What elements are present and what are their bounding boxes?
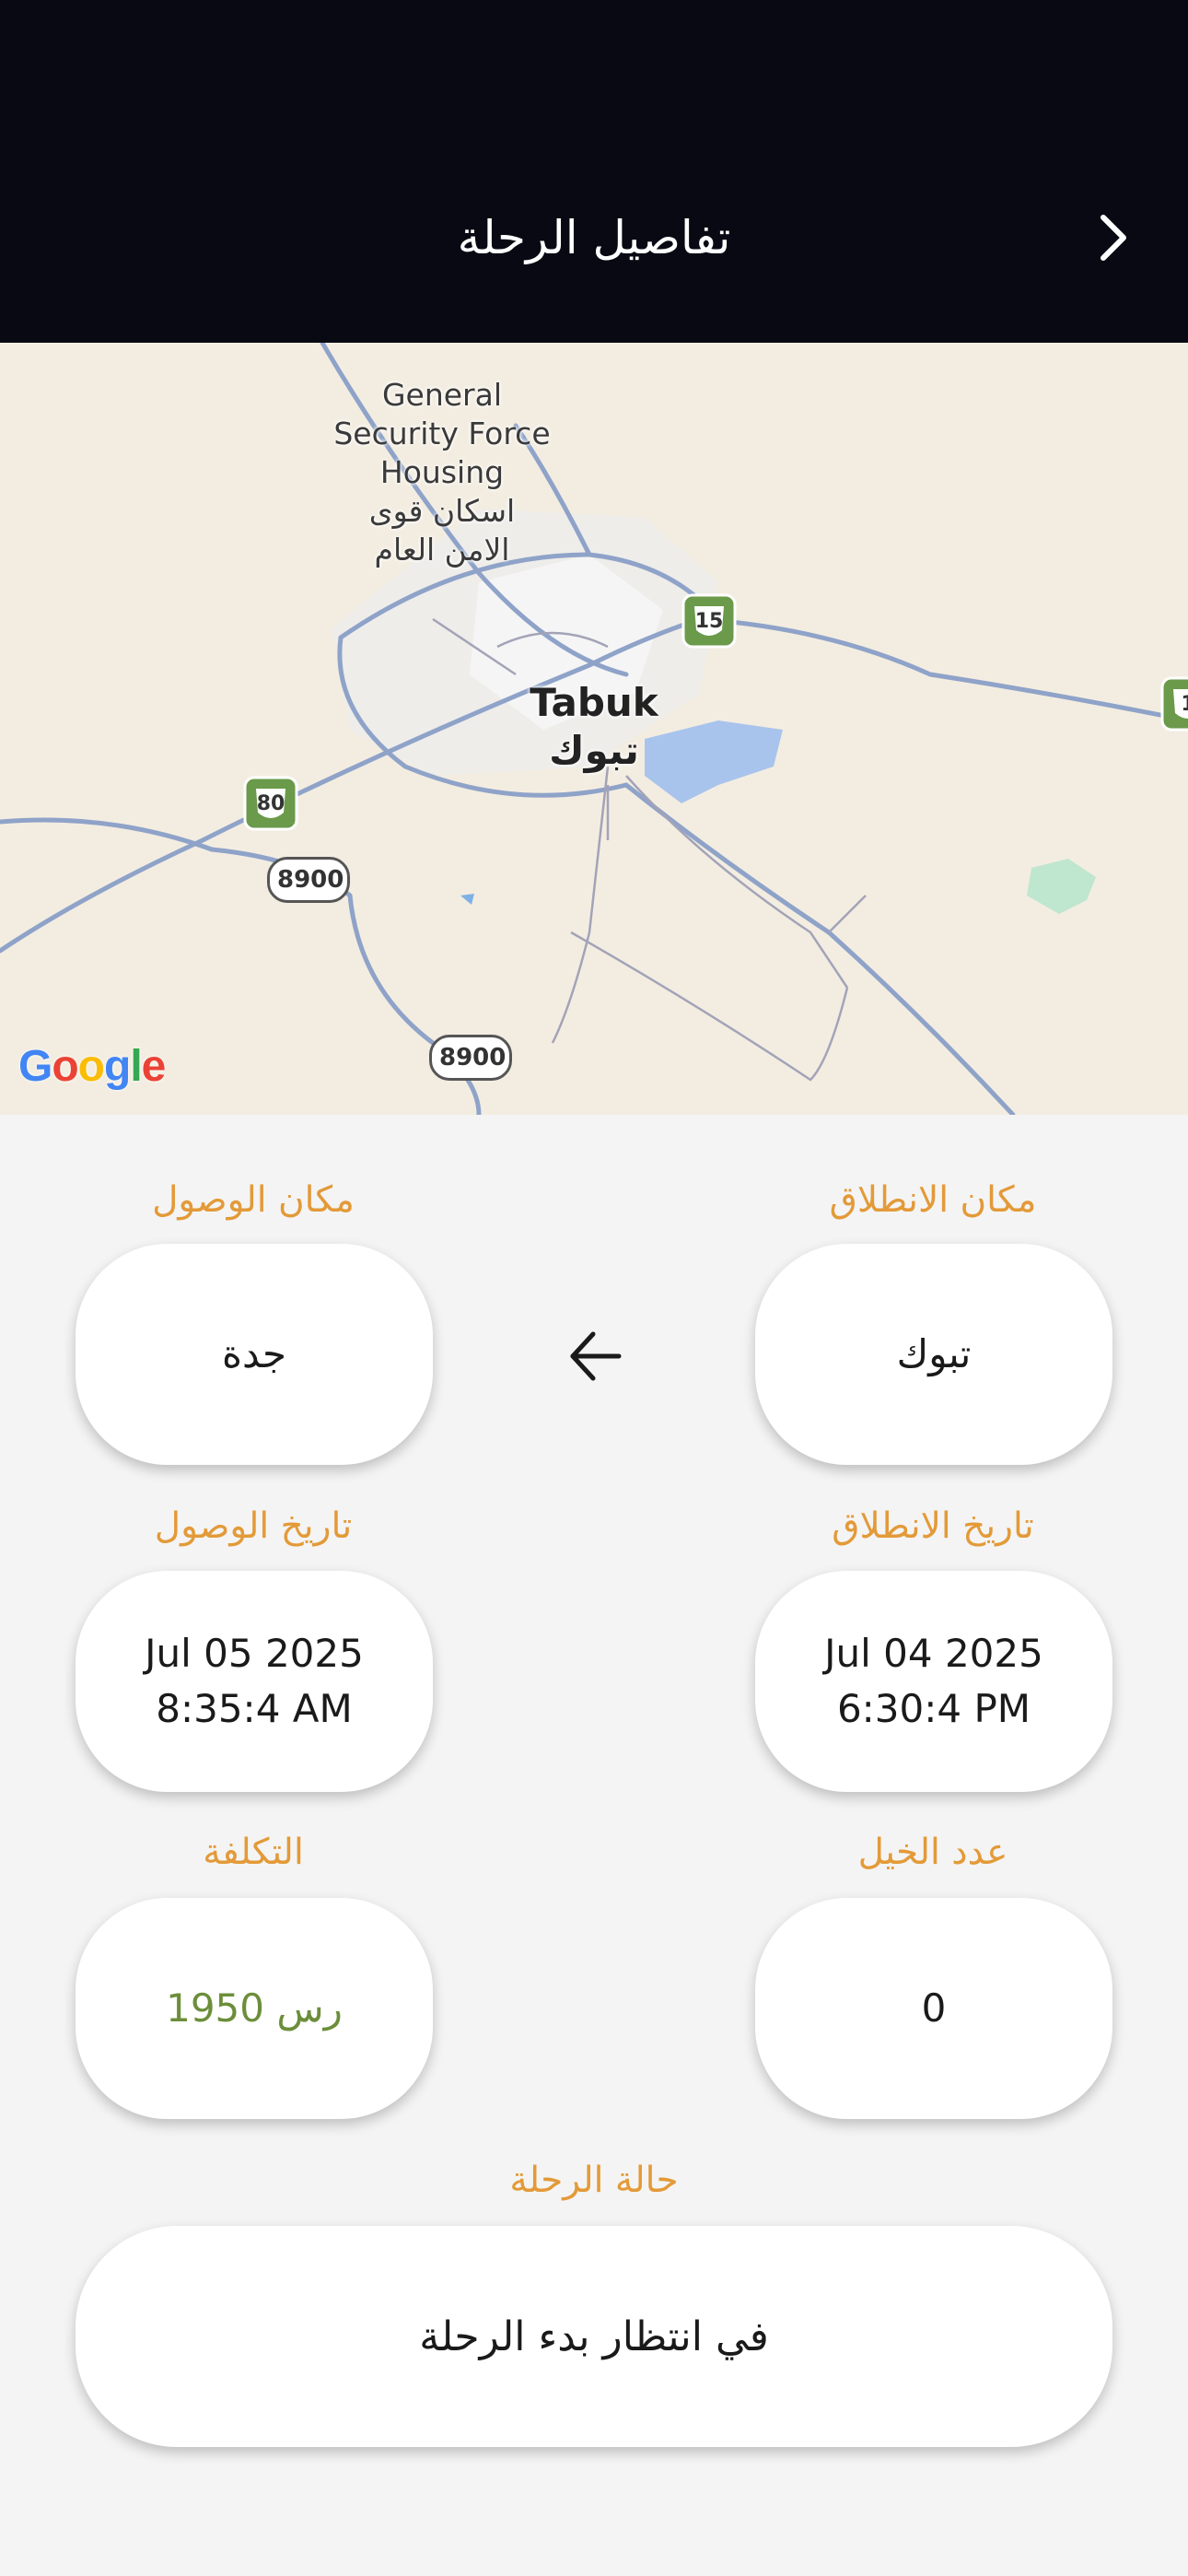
departure-place-card: تبوك: [755, 1244, 1112, 1465]
arrival-date-label: تاريخ الوصول: [154, 1505, 353, 1547]
trip-status-card: في انتظار بدء الرحلة: [76, 2226, 1112, 2447]
departure-date-value: Jul 04 2025: [824, 1631, 1043, 1676]
trip-map[interactable]: General Security Force Housing اسكان قوى…: [0, 343, 1188, 1115]
map-place-label-en: General Security Force Housing: [333, 377, 551, 490]
departure-time-value: 6:30:4 PM: [836, 1686, 1031, 1731]
arrival-date-value: Jul 05 2025: [145, 1631, 364, 1676]
page-title: تفاصيل الرحلة: [457, 211, 731, 264]
horses-count-value: 0: [921, 1985, 947, 2031]
highway-shield-15: 15: [681, 593, 737, 649]
map-place-label-ar: اسكان قوى الامن العام: [368, 493, 516, 568]
horses-count-card: 0: [755, 1898, 1112, 2119]
departure-date-label: تاريخ الانطلاق: [832, 1505, 1034, 1547]
arrival-time-value: 8:35:4 AM: [156, 1686, 353, 1731]
highway-shield-80: 80: [243, 776, 298, 831]
city-label-ar: تبوك: [549, 728, 639, 773]
highway-shield-label: 80: [256, 792, 285, 815]
trip-status-value: في انتظار بدء الرحلة: [419, 2313, 769, 2360]
arrival-place-value: جدة: [221, 1331, 286, 1376]
arrival-place-card: جدة: [76, 1244, 433, 1465]
cost-value: 1950 رس: [166, 1985, 343, 2031]
cost-card: 1950 رس: [76, 1898, 433, 2119]
departure-place-value: تبوك: [896, 1331, 972, 1376]
app-header: تفاصيل الرحلة: [0, 0, 1188, 343]
road-number-badge: 8900: [267, 857, 350, 903]
cost-label: التكلفة: [203, 1832, 304, 1873]
arrival-datetime-card: Jul 05 2025 8:35:4 AM: [76, 1571, 433, 1792]
highway-shield-edge: 1: [1160, 676, 1188, 732]
arrival-place-label: مكان الوصول: [152, 1179, 355, 1221]
city-label-en: Tabuk: [530, 680, 658, 725]
departure-datetime-card: Jul 04 2025 6:30:4 PM: [755, 1571, 1112, 1792]
google-logo: Google: [18, 1042, 166, 1091]
chevron-right-icon[interactable]: [1089, 212, 1140, 263]
departure-place-label: مكان الانطلاق: [829, 1179, 1037, 1221]
arrow-left-icon: [570, 1331, 622, 1381]
horses-count-label: عدد الخيل: [857, 1832, 1008, 1873]
highway-shield-label: 15: [694, 610, 724, 633]
trip-status-label: حالة الرحلة: [509, 2160, 679, 2201]
road-number-badge: 8900: [429, 1035, 512, 1081]
highway-shield-label: 1: [1160, 693, 1188, 716]
